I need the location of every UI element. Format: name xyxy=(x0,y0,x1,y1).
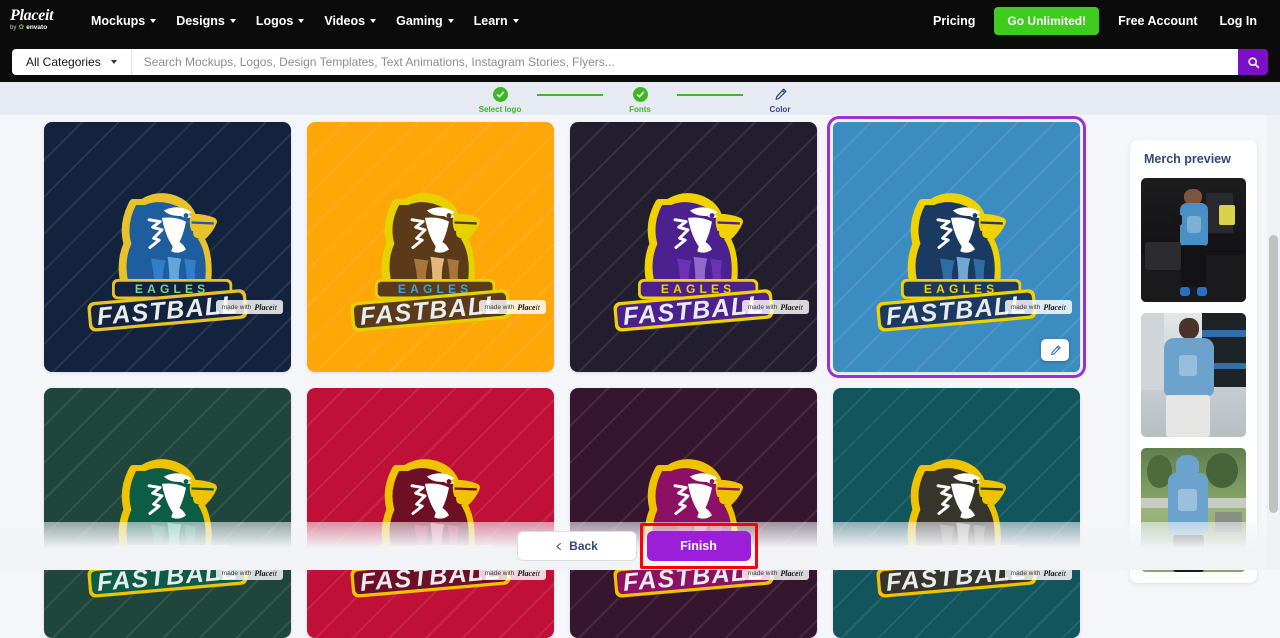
brand-name-main: Place xyxy=(10,7,45,24)
chevron-down-icon xyxy=(230,19,236,23)
chevron-down-icon xyxy=(150,19,156,23)
search-input[interactable] xyxy=(132,49,1238,75)
watermark-brand: Placeit xyxy=(254,303,277,312)
chevron-down-icon xyxy=(448,19,454,23)
all-categories-dropdown[interactable]: All Categories xyxy=(12,49,132,75)
placeit-watermark: made withPlaceit xyxy=(742,300,809,314)
step-fonts-label: Fonts xyxy=(629,105,651,114)
watermark-pre: made with xyxy=(1011,570,1041,577)
nav-item-logos-label: Logos xyxy=(256,14,294,28)
check-circle-icon xyxy=(493,87,508,102)
logo-variants-content: EAGLES FASTBALL made withPlaceit xyxy=(0,115,1280,570)
chevron-down-icon xyxy=(111,60,117,64)
top-navigation-bar: Placeit by ✿ envato Mockups Designs Logo… xyxy=(0,0,1280,42)
stepper-connector xyxy=(677,94,743,96)
nav-item-logos[interactable]: Logos xyxy=(247,8,314,34)
search-bar-row: All Categories xyxy=(0,42,1280,82)
log-in-link[interactable]: Log In xyxy=(1209,8,1269,34)
nav-item-learn-label: Learn xyxy=(474,14,508,28)
nav-item-videos-label: Videos xyxy=(324,14,365,28)
logo-artwork: EAGLES FASTBALL xyxy=(833,388,1080,638)
nav-item-designs[interactable]: Designs xyxy=(167,8,245,34)
check-circle-icon xyxy=(633,87,648,102)
chevron-left-icon xyxy=(555,541,563,552)
brand-byline-envato: envato xyxy=(26,24,47,32)
merch-preview-woman-lifting-dumbbell-tshirt[interactable] xyxy=(1141,178,1246,302)
merch-preview-title: Merch preview xyxy=(1130,152,1257,178)
stepper-connector xyxy=(537,94,603,96)
watermark-pre: made with xyxy=(485,570,515,577)
step-select-logo[interactable]: Select logo xyxy=(463,84,537,114)
search-submit-button[interactable] xyxy=(1238,49,1268,75)
nav-item-gaming-label: Gaming xyxy=(396,14,443,28)
logo-artwork: EAGLES FASTBALL xyxy=(570,388,817,638)
logo-artwork: EAGLES FASTBALL xyxy=(570,122,817,372)
pricing-link[interactable]: Pricing xyxy=(922,8,986,34)
nav-item-gaming[interactable]: Gaming xyxy=(387,8,463,34)
brush-icon xyxy=(773,87,788,102)
logo-variant-card-navy-blue[interactable]: EAGLES FASTBALL made withPlaceit xyxy=(44,122,291,372)
placeit-logo[interactable]: Placeit by ✿ envato xyxy=(10,8,64,34)
brand-byline-pre: by xyxy=(10,24,16,32)
finish-button-wrapper: Finish xyxy=(647,531,751,561)
nav-item-mockups-label: Mockups xyxy=(91,14,145,28)
watermark-pre: made with xyxy=(1011,304,1041,311)
nav-item-mockups[interactable]: Mockups xyxy=(82,8,165,34)
logo-artwork: EAGLES FASTBALL xyxy=(44,122,291,372)
step-select-logo-label: Select logo xyxy=(479,105,522,114)
all-categories-label: All Categories xyxy=(26,55,101,69)
back-button-label: Back xyxy=(569,539,598,553)
nav-item-learn[interactable]: Learn xyxy=(465,8,528,34)
step-fonts[interactable]: Fonts xyxy=(603,84,677,114)
edit-logo-button[interactable] xyxy=(1041,339,1069,361)
watermark-pre: made with xyxy=(748,304,778,311)
page-scrollbar-thumb[interactable] xyxy=(1269,235,1278,513)
watermark-pre: made with xyxy=(485,304,515,311)
logo-variant-card-crimson-red[interactable]: EAGLES FASTBALL made withPlaceit xyxy=(307,388,554,638)
wizard-footer: Back Finish xyxy=(0,522,1267,570)
search-icon xyxy=(1247,56,1260,69)
free-account-link[interactable]: Free Account xyxy=(1107,8,1208,34)
logo-variant-card-dark-purple[interactable]: EAGLES FASTBALL made withPlaceit xyxy=(570,122,817,372)
chevron-down-icon xyxy=(370,19,376,23)
search-bar: All Categories xyxy=(12,49,1268,75)
nav-item-videos[interactable]: Videos xyxy=(315,8,385,34)
chevron-down-icon xyxy=(298,19,304,23)
back-button[interactable]: Back xyxy=(517,531,637,561)
logo-variant-card-orange-brown[interactable]: EAGLES FASTBALL made withPlaceit xyxy=(307,122,554,372)
pencil-icon xyxy=(1049,344,1062,357)
placeit-watermark: made withPlaceit xyxy=(1005,300,1072,314)
step-color[interactable]: Color xyxy=(743,84,817,114)
merch-preview-panel: Merch preview xyxy=(1130,140,1257,583)
watermark-brand: Placeit xyxy=(780,303,803,312)
watermark-pre: made with xyxy=(748,570,778,577)
step-color-label: Color xyxy=(770,105,791,114)
logo-variant-card-steel-blue[interactable]: EAGLES FASTBALL made withPlaceit xyxy=(833,122,1080,372)
logo-artwork: EAGLES FASTBALL xyxy=(307,122,554,372)
logo-artwork: EAGLES FASTBALL xyxy=(833,122,1080,372)
main-menu: Mockups Designs Logos Videos Gaming Lear… xyxy=(82,8,528,34)
logo-variant-card-dark-green[interactable]: EAGLES FASTBALL made withPlaceit xyxy=(44,388,291,638)
finish-button[interactable]: Finish xyxy=(647,531,751,561)
watermark-brand: Placeit xyxy=(517,303,540,312)
page-scrollbar-track[interactable] xyxy=(1267,115,1280,570)
watermark-pre: made with xyxy=(222,304,252,311)
logo-variant-card-teal-olive[interactable]: EAGLES FASTBALL made withPlaceit xyxy=(833,388,1080,638)
envato-leaf-icon: ✿ xyxy=(18,24,24,32)
chevron-down-icon xyxy=(513,19,519,23)
placeit-watermark: made withPlaceit xyxy=(479,300,546,314)
brand-name-italic: it xyxy=(45,7,53,24)
logo-artwork: EAGLES FASTBALL xyxy=(44,388,291,638)
logo-variant-card-plum-magenta[interactable]: EAGLES FASTBALL made withPlaceit xyxy=(570,388,817,638)
go-unlimited-button[interactable]: Go Unlimited! xyxy=(994,7,1099,35)
watermark-pre: made with xyxy=(222,570,252,577)
logo-artwork: EAGLES FASTBALL xyxy=(307,388,554,638)
account-menu: Pricing Go Unlimited! Free Account Log I… xyxy=(922,7,1280,35)
watermark-brand: Placeit xyxy=(1043,303,1066,312)
merch-preview-man-in-hoodie-gym[interactable] xyxy=(1141,313,1246,437)
nav-item-designs-label: Designs xyxy=(176,14,225,28)
placeit-watermark: made withPlaceit xyxy=(216,300,283,314)
progress-stepper: Select logo Fonts Color xyxy=(0,82,1280,115)
